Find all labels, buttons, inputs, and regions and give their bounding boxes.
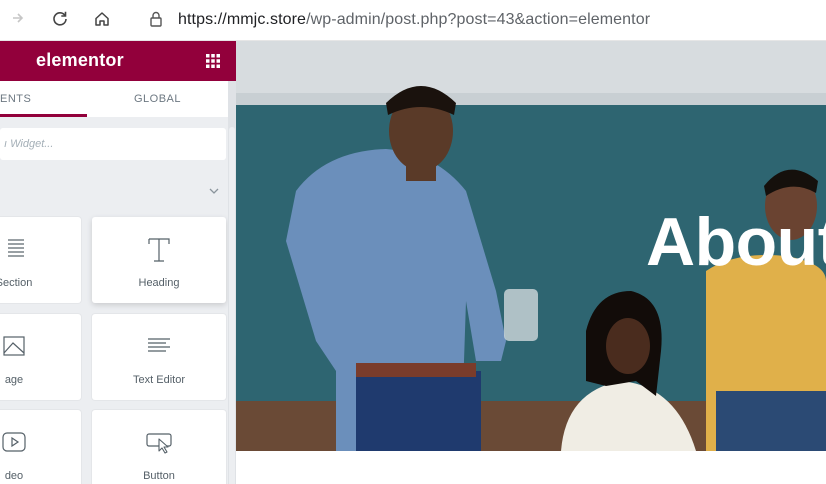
- widget-label: Section: [0, 277, 33, 289]
- widget-search[interactable]: [0, 128, 226, 160]
- hero-section[interactable]: About: [236, 41, 826, 451]
- tab-elements[interactable]: ENTS: [0, 81, 60, 117]
- url-path: /wp-admin/post.php?post=43&action=elemen…: [306, 11, 651, 28]
- widget-video[interactable]: deo: [0, 410, 81, 484]
- hero-heading[interactable]: About: [646, 203, 826, 281]
- url-domain: https://mmjc.store: [178, 11, 307, 28]
- elementor-panel: elementor ENTS GLOBAL Section: [0, 41, 236, 484]
- text-editor-icon: [148, 338, 170, 352]
- widget-button[interactable]: Button: [92, 410, 226, 484]
- widget-section[interactable]: Section: [0, 217, 81, 303]
- widget-heading[interactable]: Heading: [92, 217, 226, 303]
- button-icon: [146, 433, 172, 454]
- scrollbar-thumb[interactable]: [229, 127, 235, 484]
- browser-toolbar: https://mmjc.store/wp-admin/post.php?pos…: [0, 0, 826, 41]
- forward-icon[interactable]: [8, 10, 28, 30]
- heading-icon: [148, 238, 170, 262]
- elementor-logo: elementor: [36, 50, 124, 70]
- widget-label: Button: [143, 470, 175, 482]
- widget-label: Heading: [138, 277, 180, 289]
- home-icon[interactable]: [92, 10, 112, 30]
- address-bar[interactable]: https://mmjc.store/wp-admin/post.php?pos…: [178, 11, 650, 29]
- chevron-down-icon[interactable]: [208, 186, 220, 196]
- section-icon: [8, 239, 24, 257]
- widget-label: deo: [4, 470, 24, 482]
- panel-scrollbar[interactable]: [228, 81, 236, 484]
- image-icon: [3, 336, 25, 356]
- widget-text-editor[interactable]: Text Editor: [92, 314, 226, 400]
- lock-icon[interactable]: [146, 10, 166, 30]
- panel-tabs: ENTS GLOBAL: [0, 81, 228, 117]
- search-input[interactable]: [0, 128, 214, 160]
- widget-image[interactable]: age: [0, 314, 81, 400]
- panel-header: elementor: [0, 41, 236, 81]
- page-canvas[interactable]: About: [236, 41, 826, 484]
- widget-label: Text Editor: [133, 374, 185, 386]
- video-icon: [2, 432, 26, 452]
- widgets-grid-icon[interactable]: [206, 54, 220, 68]
- tab-global[interactable]: GLOBAL: [87, 81, 228, 117]
- active-tab-indicator: [0, 114, 87, 117]
- widget-label: age: [4, 374, 24, 386]
- reload-icon[interactable]: [50, 10, 70, 30]
